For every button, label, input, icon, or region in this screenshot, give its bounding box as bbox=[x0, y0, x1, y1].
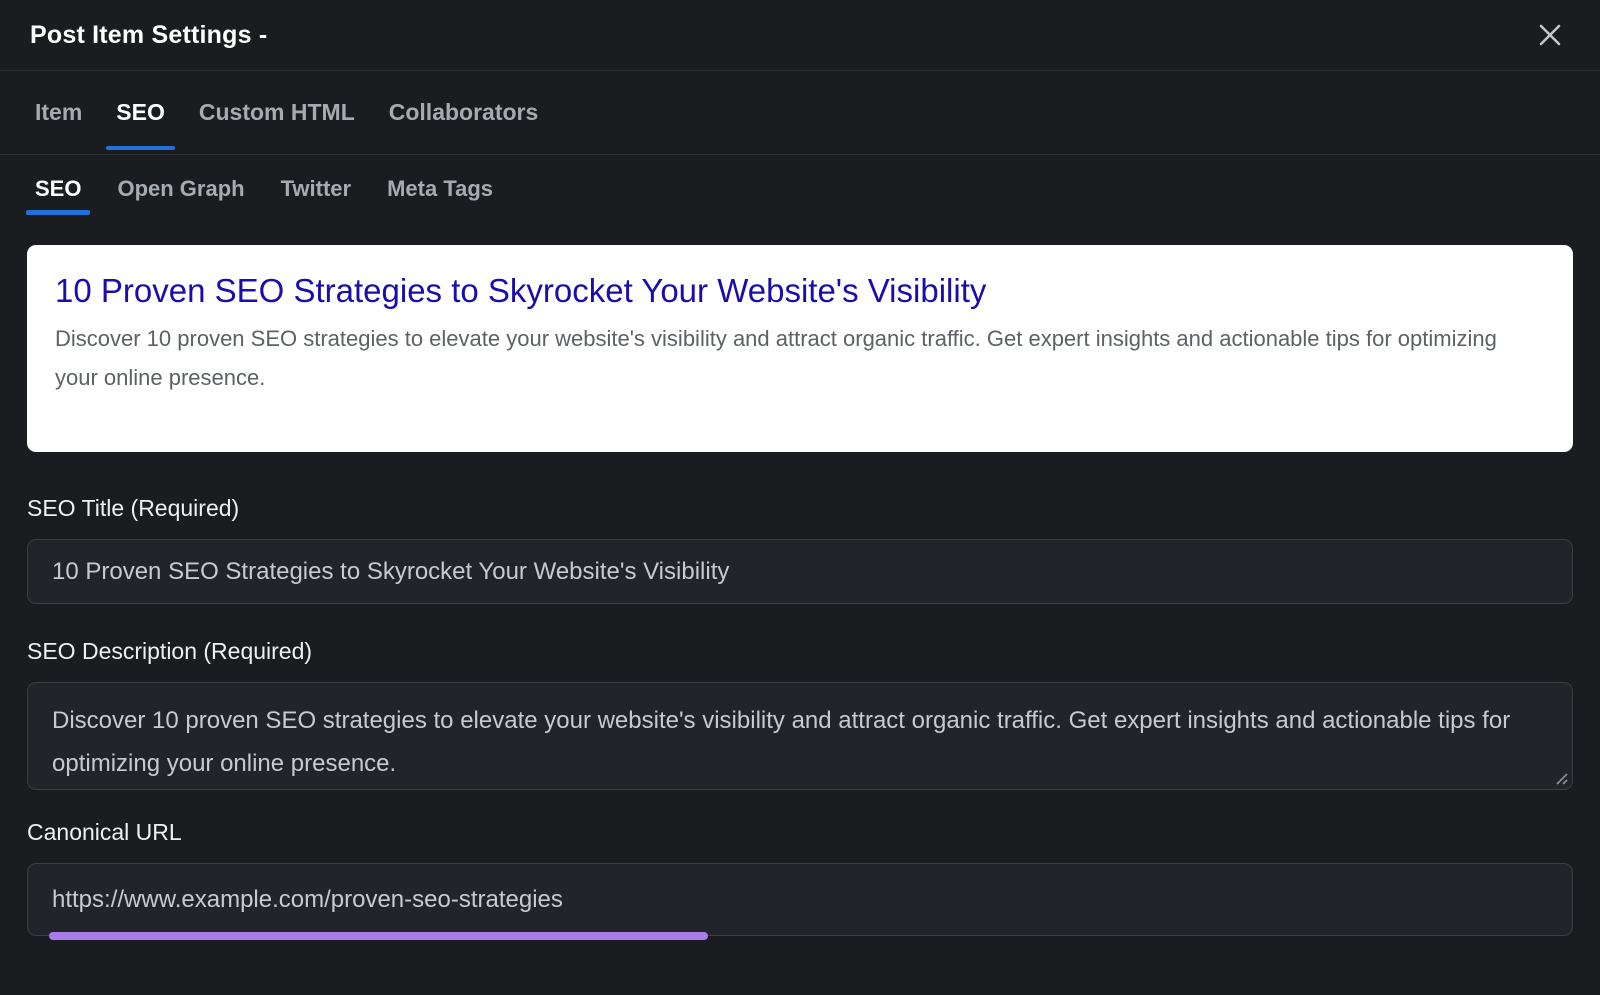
canonical-url-label: Canonical URL bbox=[27, 819, 1573, 846]
subtab-open-graph[interactable]: Open Graph bbox=[115, 155, 246, 222]
modal-header: Post Item Settings - bbox=[0, 0, 1600, 71]
post-item-settings-modal: Post Item Settings - Item SEO Custom HTM… bbox=[0, 0, 1600, 936]
tab-seo[interactable]: SEO bbox=[114, 71, 167, 154]
seo-description-field: SEO Description (Required) Discover 10 p… bbox=[27, 638, 1573, 790]
canonical-url-field: Canonical URL bbox=[27, 819, 1573, 936]
seo-description-textarea[interactable]: Discover 10 proven SEO strategies to ele… bbox=[27, 682, 1573, 790]
subtab-open-graph-label: Open Graph bbox=[117, 176, 244, 202]
canonical-url-input-wrap bbox=[27, 863, 1573, 936]
preview-description: Discover 10 proven SEO strategies to ele… bbox=[55, 319, 1545, 397]
seo-title-label: SEO Title (Required) bbox=[27, 495, 1573, 522]
subtab-twitter[interactable]: Twitter bbox=[279, 155, 353, 222]
subtab-seo-label: SEO bbox=[35, 176, 81, 202]
seo-settings-panel: 10 Proven SEO Strategies to Skyrocket Yo… bbox=[0, 245, 1600, 936]
modal-title: Post Item Settings - bbox=[30, 21, 267, 50]
url-length-indicator bbox=[49, 932, 708, 940]
subtab-meta-tags[interactable]: Meta Tags bbox=[385, 155, 495, 222]
tab-collaborators[interactable]: Collaborators bbox=[387, 71, 541, 154]
close-icon bbox=[1535, 20, 1565, 50]
tab-custom-html[interactable]: Custom HTML bbox=[197, 71, 357, 154]
subtab-twitter-label: Twitter bbox=[281, 176, 351, 202]
tab-custom-html-label: Custom HTML bbox=[199, 99, 355, 126]
tab-item[interactable]: Item bbox=[33, 71, 84, 154]
seo-title-field: SEO Title (Required) bbox=[27, 495, 1573, 604]
tab-collaborators-label: Collaborators bbox=[389, 99, 539, 126]
resize-handle-icon[interactable] bbox=[1553, 770, 1569, 786]
tab-seo-label: SEO bbox=[116, 99, 165, 126]
seo-title-input[interactable] bbox=[27, 539, 1573, 604]
subtab-seo[interactable]: SEO bbox=[33, 155, 83, 222]
main-tab-bar: Item SEO Custom HTML Collaborators bbox=[0, 71, 1600, 155]
subtab-meta-tags-label: Meta Tags bbox=[387, 176, 493, 202]
seo-subtab-bar: SEO Open Graph Twitter Meta Tags bbox=[0, 155, 1600, 222]
preview-title-link[interactable]: 10 Proven SEO Strategies to Skyrocket Yo… bbox=[55, 270, 986, 311]
close-button[interactable] bbox=[1530, 15, 1570, 55]
tab-item-label: Item bbox=[35, 99, 82, 126]
seo-description-textarea-wrap: Discover 10 proven SEO strategies to ele… bbox=[27, 682, 1573, 790]
serp-preview-card: 10 Proven SEO Strategies to Skyrocket Yo… bbox=[27, 245, 1573, 452]
canonical-url-input[interactable] bbox=[27, 863, 1573, 936]
seo-description-label: SEO Description (Required) bbox=[27, 638, 1573, 665]
